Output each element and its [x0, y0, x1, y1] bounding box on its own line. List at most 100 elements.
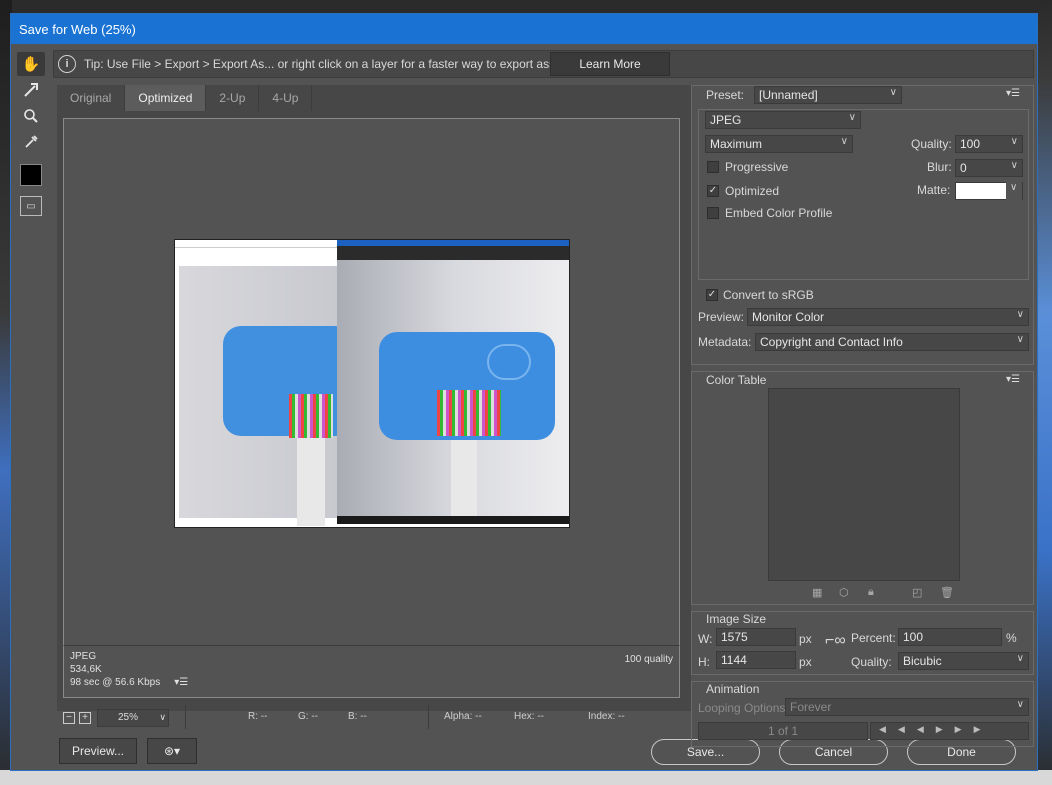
- tab-original[interactable]: Original: [57, 85, 126, 111]
- optimized-checkbox[interactable]: ✓: [707, 185, 719, 197]
- learn-more-button[interactable]: Learn More: [550, 52, 670, 76]
- optimized-label: Optimized: [725, 184, 780, 198]
- height-input[interactable]: 1144: [716, 651, 796, 669]
- preview-button[interactable]: Preview...: [59, 738, 137, 764]
- tab-4-up[interactable]: 4-Up: [259, 85, 313, 111]
- width-input[interactable]: 1575: [716, 628, 796, 646]
- resample-quality-label: Quality:: [851, 655, 892, 669]
- download-speed-menu-icon[interactable]: ▾☰: [174, 676, 188, 689]
- image-size-title: Image Size: [706, 612, 767, 626]
- resample-quality-select[interactable]: Bicubic ∨: [898, 652, 1029, 670]
- eyedropper-tool-icon[interactable]: [17, 130, 45, 154]
- toggle-slices-icon[interactable]: ▭: [20, 196, 42, 216]
- color-table-title: Color Table: [706, 373, 767, 387]
- blur-input[interactable]: 0 ∨: [955, 159, 1023, 177]
- zoom-value: 25%: [118, 712, 139, 723]
- chevron-down-icon: ∨: [1010, 160, 1018, 171]
- view-tabs: Original Optimized 2-Up 4-Up: [57, 85, 313, 111]
- tab-2-up[interactable]: 2-Up: [206, 85, 260, 111]
- animation-title: Animation: [706, 682, 760, 696]
- color-table-group: Color Table ▾☰ ▦ ⬡ 🔒︎ ◰ 🗑︎: [691, 371, 1034, 605]
- preview-select[interactable]: Monitor Color ∨: [747, 308, 1029, 326]
- height-label: H:: [698, 655, 710, 669]
- height-unit: px: [799, 655, 812, 669]
- chevron-down-icon: ∨: [848, 112, 856, 123]
- preview-browser-button[interactable]: ⊛▾: [147, 738, 197, 764]
- metadata-label: Metadata:: [698, 335, 752, 349]
- hand-tool-icon[interactable]: ✋: [17, 52, 45, 76]
- quality-input[interactable]: 100 ∨: [955, 135, 1023, 153]
- tip-bar: i Tip: Use File > Export > Export As... …: [53, 50, 1034, 78]
- zoom-out-button[interactable]: −: [63, 712, 75, 724]
- tool-panel: ✋ ▭: [17, 52, 47, 216]
- matte-select[interactable]: ∨: [955, 182, 1023, 200]
- zoom-tool-icon[interactable]: [17, 104, 45, 128]
- preview-area: JPEG 534,6K 98 sec @ 56.6 Kbps ▾☰ 100 qua…: [57, 111, 691, 711]
- convert-srgb-checkbox[interactable]: ✓: [706, 289, 718, 301]
- tab-optimized[interactable]: Optimized: [125, 85, 207, 111]
- format-settings-group: JPEG ∨ Maximum ∨ Quality: 100 ∨ Progressive…: [698, 109, 1029, 280]
- info-format: JPEG: [70, 651, 97, 662]
- image-size-group: Image Size W: 1575 px H: 1144 px ⌐∞ Perc…: [691, 611, 1034, 675]
- save-for-web-dialog: Save for Web (25%) ✋ ▭ i Tip: Use File >…: [10, 13, 1038, 771]
- chevron-down-icon: ∨: [1010, 136, 1018, 147]
- preview-canvas[interactable]: [63, 118, 680, 645]
- optimize-menu-icon[interactable]: ▾☰: [1006, 88, 1020, 99]
- embed-profile-checkbox[interactable]: [707, 207, 719, 219]
- web-shift-icon[interactable]: ⬡: [839, 586, 849, 599]
- percent-label: Percent:: [851, 631, 896, 645]
- convert-srgb-label: Convert to sRGB: [723, 288, 814, 302]
- alpha-value: Alpha: --: [444, 711, 482, 722]
- animation-group: Animation Looping Options: Forever ∨ 1 of…: [691, 681, 1034, 747]
- chevron-down-icon: ∨: [1016, 699, 1024, 710]
- info-size: 534,6K: [70, 664, 102, 675]
- percent-input[interactable]: 100: [898, 628, 1002, 646]
- color-table[interactable]: [768, 388, 960, 581]
- percent-unit: %: [1006, 631, 1017, 645]
- optimize-settings-group: Preset: [Unnamed] ∨ ▾☰ JPEG ∨ Maximum ∨ Qua…: [691, 85, 1034, 365]
- browser-icon: ⊛▾: [163, 744, 181, 758]
- preset-label: Preset:: [706, 88, 745, 102]
- window-title: Save for Web (25%): [11, 14, 1037, 44]
- frame-counter: 1 of 1: [698, 722, 868, 740]
- slice-select-tool-icon[interactable]: [17, 78, 45, 102]
- looping-select[interactable]: Forever ∨: [785, 698, 1029, 716]
- preset-select[interactable]: [Unnamed] ∨: [754, 86, 902, 104]
- chevron-down-icon: ∨: [840, 136, 848, 147]
- chevron-down-icon: ∨: [889, 87, 897, 98]
- tip-text: Tip: Use File > Export > Export As... or…: [84, 57, 572, 71]
- new-color-icon[interactable]: ◰: [912, 586, 922, 599]
- embed-profile-label: Embed Color Profile: [725, 206, 833, 220]
- info-quality: 100 quality: [624, 654, 673, 665]
- zoom-select[interactable]: 25% ∨: [97, 709, 169, 727]
- link-icon[interactable]: ⌐∞: [825, 632, 846, 650]
- eyedropper-color-swatch[interactable]: [20, 164, 42, 186]
- progressive-checkbox[interactable]: [707, 161, 719, 173]
- preview-image: [174, 239, 570, 528]
- animation-controls[interactable]: ◀◀◀▶▶▶: [870, 722, 1029, 740]
- trash-icon[interactable]: 🗑︎: [940, 586, 954, 599]
- color-table-menu-icon[interactable]: ▾☰: [1006, 374, 1020, 385]
- chevron-down-icon: ∨: [1016, 309, 1024, 320]
- format-select[interactable]: JPEG ∨: [705, 111, 861, 129]
- chevron-down-icon: ∨: [1016, 653, 1024, 664]
- quality-label: Quality:: [911, 137, 952, 151]
- blur-label: Blur:: [927, 160, 952, 174]
- preview-label: Preview:: [698, 310, 745, 324]
- progressive-label: Progressive: [725, 160, 789, 174]
- zoom-in-button[interactable]: +: [79, 712, 91, 724]
- info-icon: i: [58, 55, 76, 73]
- chevron-down-icon: ∨: [1006, 182, 1022, 200]
- optimized-info: JPEG 534,6K 98 sec @ 56.6 Kbps ▾☰ 100 qua…: [63, 645, 680, 698]
- chevron-down-icon: ∨: [159, 712, 166, 722]
- lock-icon[interactable]: 🔒︎: [868, 586, 874, 599]
- compression-select[interactable]: Maximum ∨: [705, 135, 853, 153]
- map-colors-icon[interactable]: ▦: [812, 586, 822, 599]
- info-download-time: 98 sec @ 56.6 Kbps: [70, 677, 161, 688]
- metadata-select[interactable]: Copyright and Contact Info ∨: [755, 333, 1029, 351]
- index-value: Index: --: [588, 711, 625, 722]
- r-value: R: --: [248, 711, 268, 722]
- hex-value: Hex: --: [514, 711, 544, 722]
- looping-label: Looping Options:: [698, 701, 789, 715]
- g-value: G: --: [298, 711, 318, 722]
